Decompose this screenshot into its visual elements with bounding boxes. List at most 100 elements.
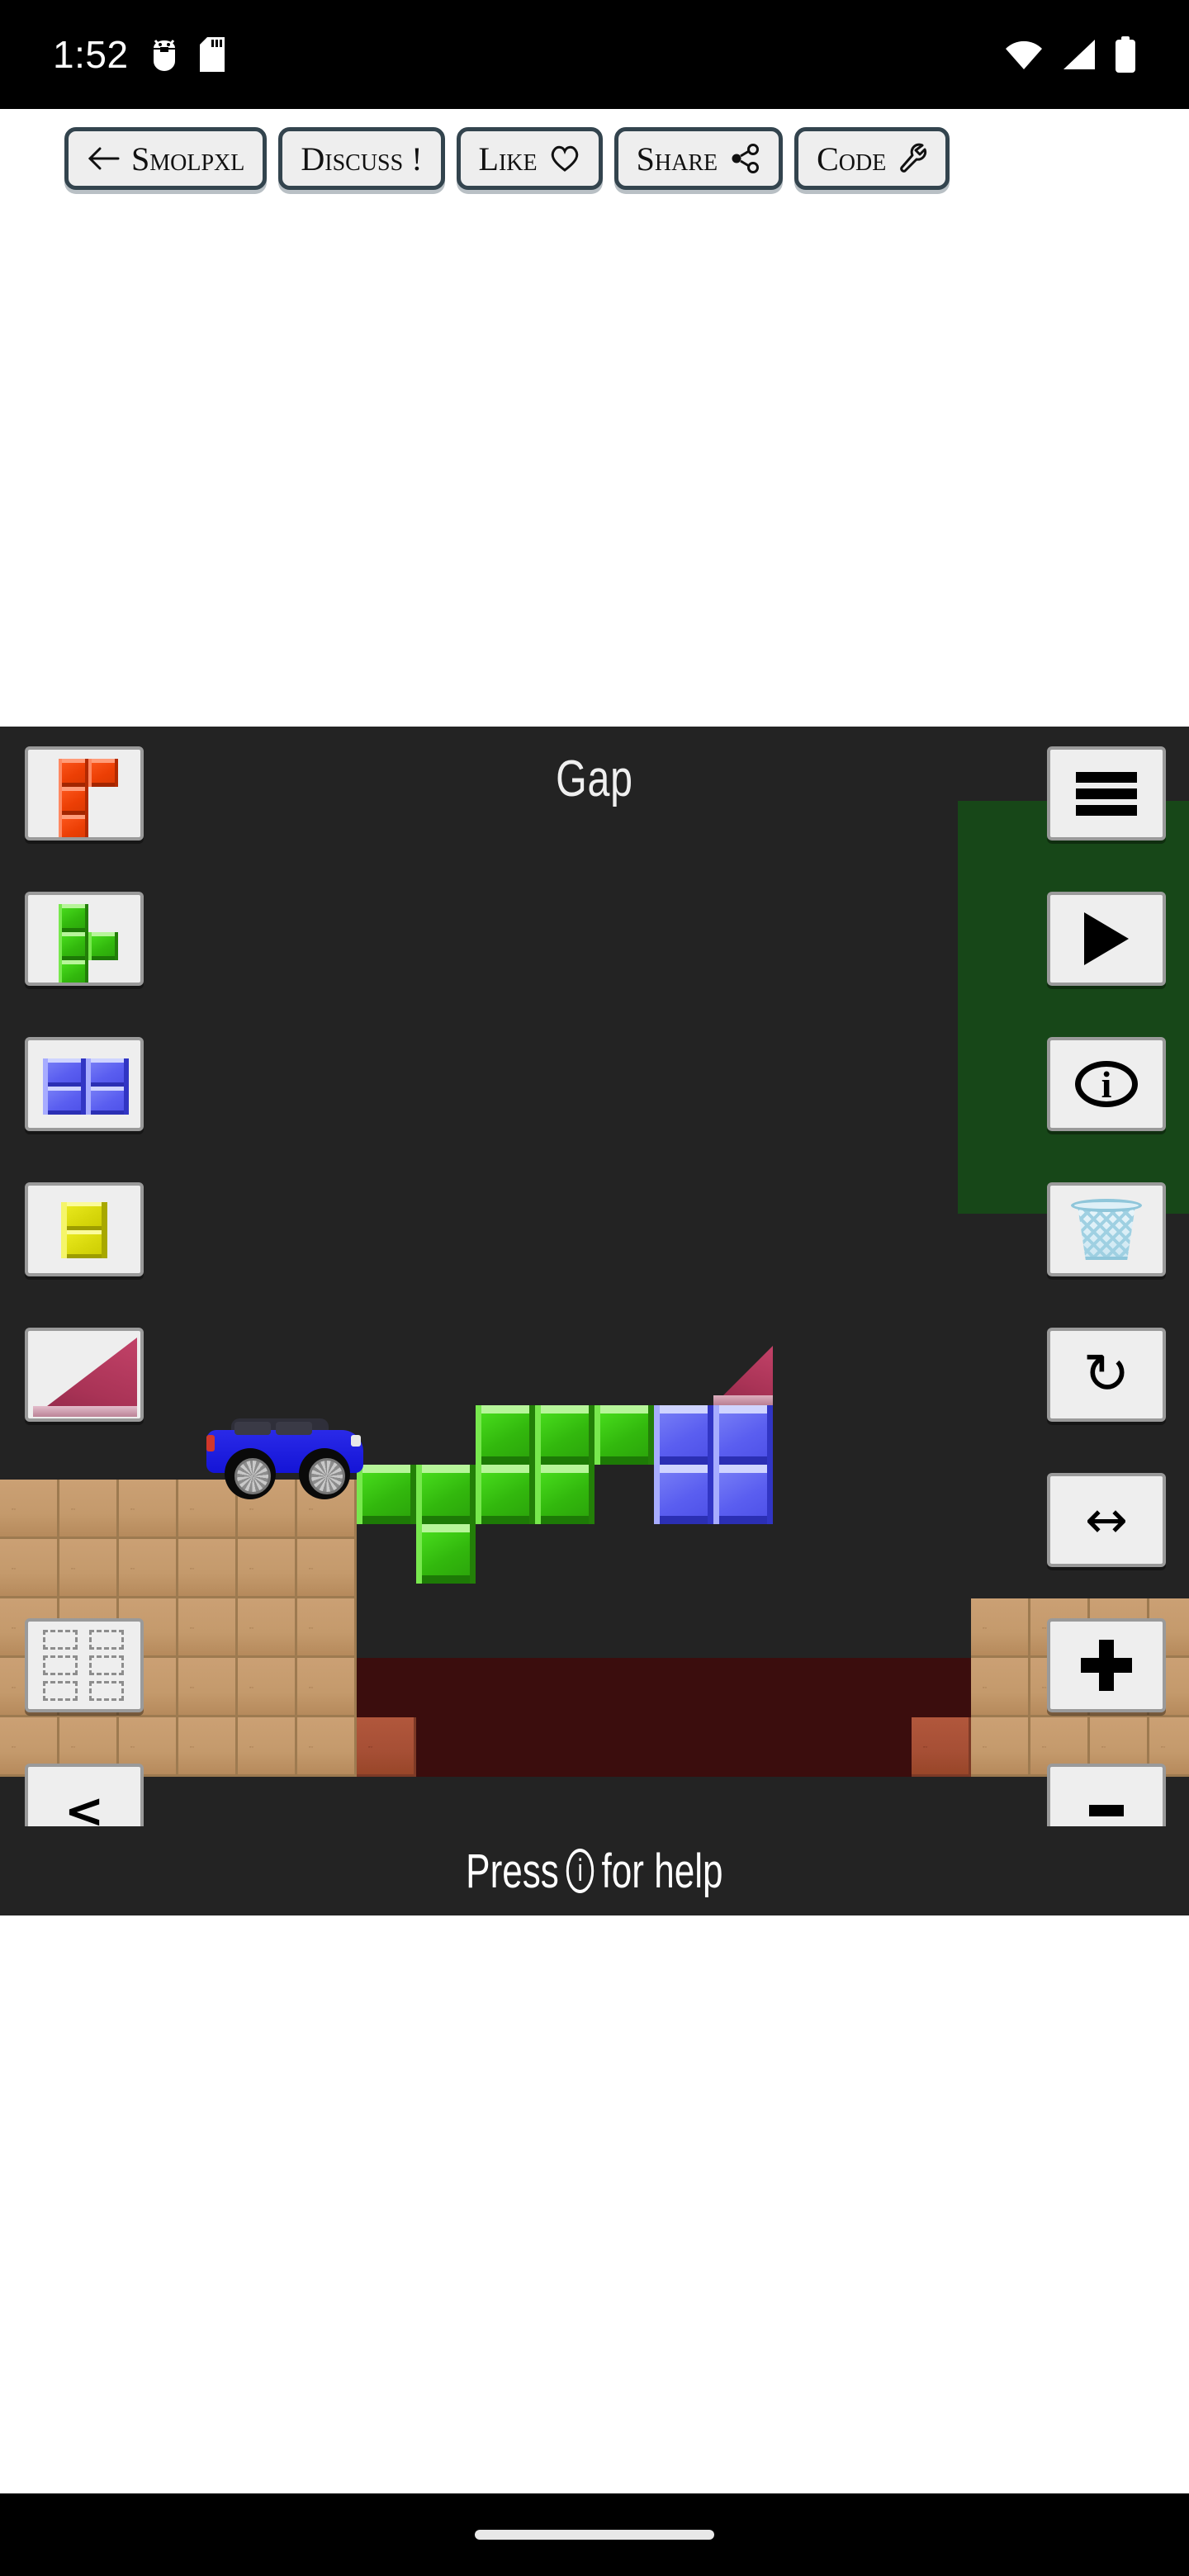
red-j-piece-preview	[28, 750, 140, 837]
wood-block	[297, 1658, 357, 1717]
code-button[interactable]: Code	[794, 127, 950, 190]
wood-block	[0, 1539, 59, 1598]
green-block[interactable]	[476, 1405, 535, 1465]
discuss-label: Discuss !	[301, 140, 423, 178]
share-label: Share	[636, 140, 718, 178]
arrows-left-right-icon: ↔	[1085, 1489, 1128, 1550]
eraser-tool-button[interactable]	[25, 1618, 144, 1712]
play-icon	[1084, 912, 1129, 965]
wood-block	[971, 1717, 1030, 1777]
pit-area	[357, 1658, 971, 1777]
yellow-domino-preview	[28, 1186, 140, 1273]
game-scene	[0, 727, 1189, 1915]
menu-button[interactable]	[1047, 746, 1166, 841]
wood-block-red	[357, 1717, 416, 1777]
green-block[interactable]	[535, 1465, 594, 1524]
blue-block[interactable]	[713, 1405, 773, 1465]
wood-block-red	[912, 1717, 971, 1777]
wood-block	[971, 1598, 1030, 1658]
palette-green-t-piece[interactable]	[25, 892, 144, 986]
car-taillight	[206, 1435, 215, 1451]
magenta-ramp-preview	[28, 1331, 140, 1418]
car-wheel	[225, 1448, 276, 1499]
blue-block[interactable]	[713, 1465, 773, 1524]
eraser-grid-icon	[43, 1630, 126, 1701]
wood-block	[297, 1717, 357, 1777]
code-label: Code	[817, 140, 887, 178]
trash-button[interactable]	[1047, 1182, 1166, 1276]
car-wheel	[299, 1448, 350, 1499]
info-button[interactable]: i	[1047, 1037, 1166, 1131]
android-debug-icon	[150, 37, 178, 72]
game-canvas[interactable]: Gap < i ↻ ↔ Press i for help	[0, 727, 1189, 1915]
cellular-signal-icon	[1062, 38, 1097, 71]
car-window	[276, 1422, 312, 1435]
flip-button[interactable]: ↔	[1047, 1473, 1166, 1567]
hint-prefix: Press	[466, 1844, 559, 1898]
wood-block	[178, 1658, 238, 1717]
green-block[interactable]	[476, 1465, 535, 1524]
like-button[interactable]: Like	[456, 127, 603, 190]
blue-square-preview	[28, 1040, 140, 1128]
minus-icon	[1089, 1805, 1124, 1816]
rotate-cw-icon: ↻	[1082, 1342, 1130, 1407]
status-bar-left: 1:52	[53, 32, 225, 77]
status-bar-right	[1004, 36, 1136, 73]
green-block[interactable]	[416, 1524, 476, 1584]
discuss-button[interactable]: Discuss !	[278, 127, 445, 190]
player-car[interactable]	[206, 1418, 363, 1499]
green-block[interactable]	[357, 1465, 416, 1524]
wood-block	[238, 1658, 297, 1717]
wood-block	[297, 1539, 357, 1598]
home-pill-handle[interactable]	[475, 2530, 714, 2540]
wood-block	[0, 1480, 59, 1539]
green-wall	[958, 801, 1189, 1214]
play-button[interactable]	[1047, 892, 1166, 986]
hint-suffix: for help	[601, 1844, 723, 1898]
wood-block	[178, 1598, 238, 1658]
game-title: Gap	[556, 751, 633, 807]
system-navigation-bar	[0, 2493, 1189, 2576]
palette-magenta-ramp[interactable]	[25, 1328, 144, 1422]
battery-icon	[1115, 36, 1136, 73]
wood-block	[238, 1598, 297, 1658]
wood-block	[238, 1539, 297, 1598]
green-block[interactable]	[416, 1465, 476, 1524]
green-block[interactable]	[535, 1405, 594, 1465]
info-icon-inline: i	[566, 1849, 594, 1893]
zoom-in-button[interactable]	[1047, 1618, 1166, 1712]
sd-card-icon	[199, 37, 225, 72]
plus-icon	[1081, 1640, 1132, 1691]
palette-yellow-domino[interactable]	[25, 1182, 144, 1276]
hint-text: Press i for help	[466, 1844, 722, 1899]
smolpxl-label: Smolpxl	[131, 140, 245, 178]
wood-block	[59, 1539, 119, 1598]
wood-block	[238, 1717, 297, 1777]
palette-blue-square[interactable]	[25, 1037, 144, 1131]
wood-block	[119, 1539, 178, 1598]
info-icon: i	[1075, 1061, 1138, 1107]
ramp-base	[713, 1395, 773, 1405]
trash-basket-icon	[1071, 1199, 1142, 1260]
rotate-button[interactable]: ↻	[1047, 1328, 1166, 1422]
wrench-icon	[898, 143, 927, 174]
wood-block	[59, 1480, 119, 1539]
car-headlight	[351, 1435, 361, 1447]
wifi-icon	[1004, 38, 1044, 71]
magenta-ramp-block[interactable]	[713, 1346, 773, 1405]
green-block[interactable]	[594, 1405, 654, 1465]
share-nodes-icon	[729, 144, 760, 173]
palette-red-j-piece[interactable]	[25, 746, 144, 841]
blue-block[interactable]	[654, 1465, 713, 1524]
status-bar: 1:52	[0, 0, 1189, 109]
share-button[interactable]: Share	[613, 127, 784, 190]
green-t-piece-preview	[28, 895, 140, 983]
wood-block	[297, 1598, 357, 1658]
like-label: Like	[478, 140, 538, 178]
top-toolbar: Smolpxl Discuss ! Like Share Code	[0, 109, 1189, 208]
blue-block[interactable]	[654, 1405, 713, 1465]
smolpxl-back-button[interactable]: Smolpxl	[64, 127, 268, 190]
hamburger-icon	[1076, 766, 1137, 822]
wood-block	[971, 1658, 1030, 1717]
wood-block	[119, 1480, 178, 1539]
